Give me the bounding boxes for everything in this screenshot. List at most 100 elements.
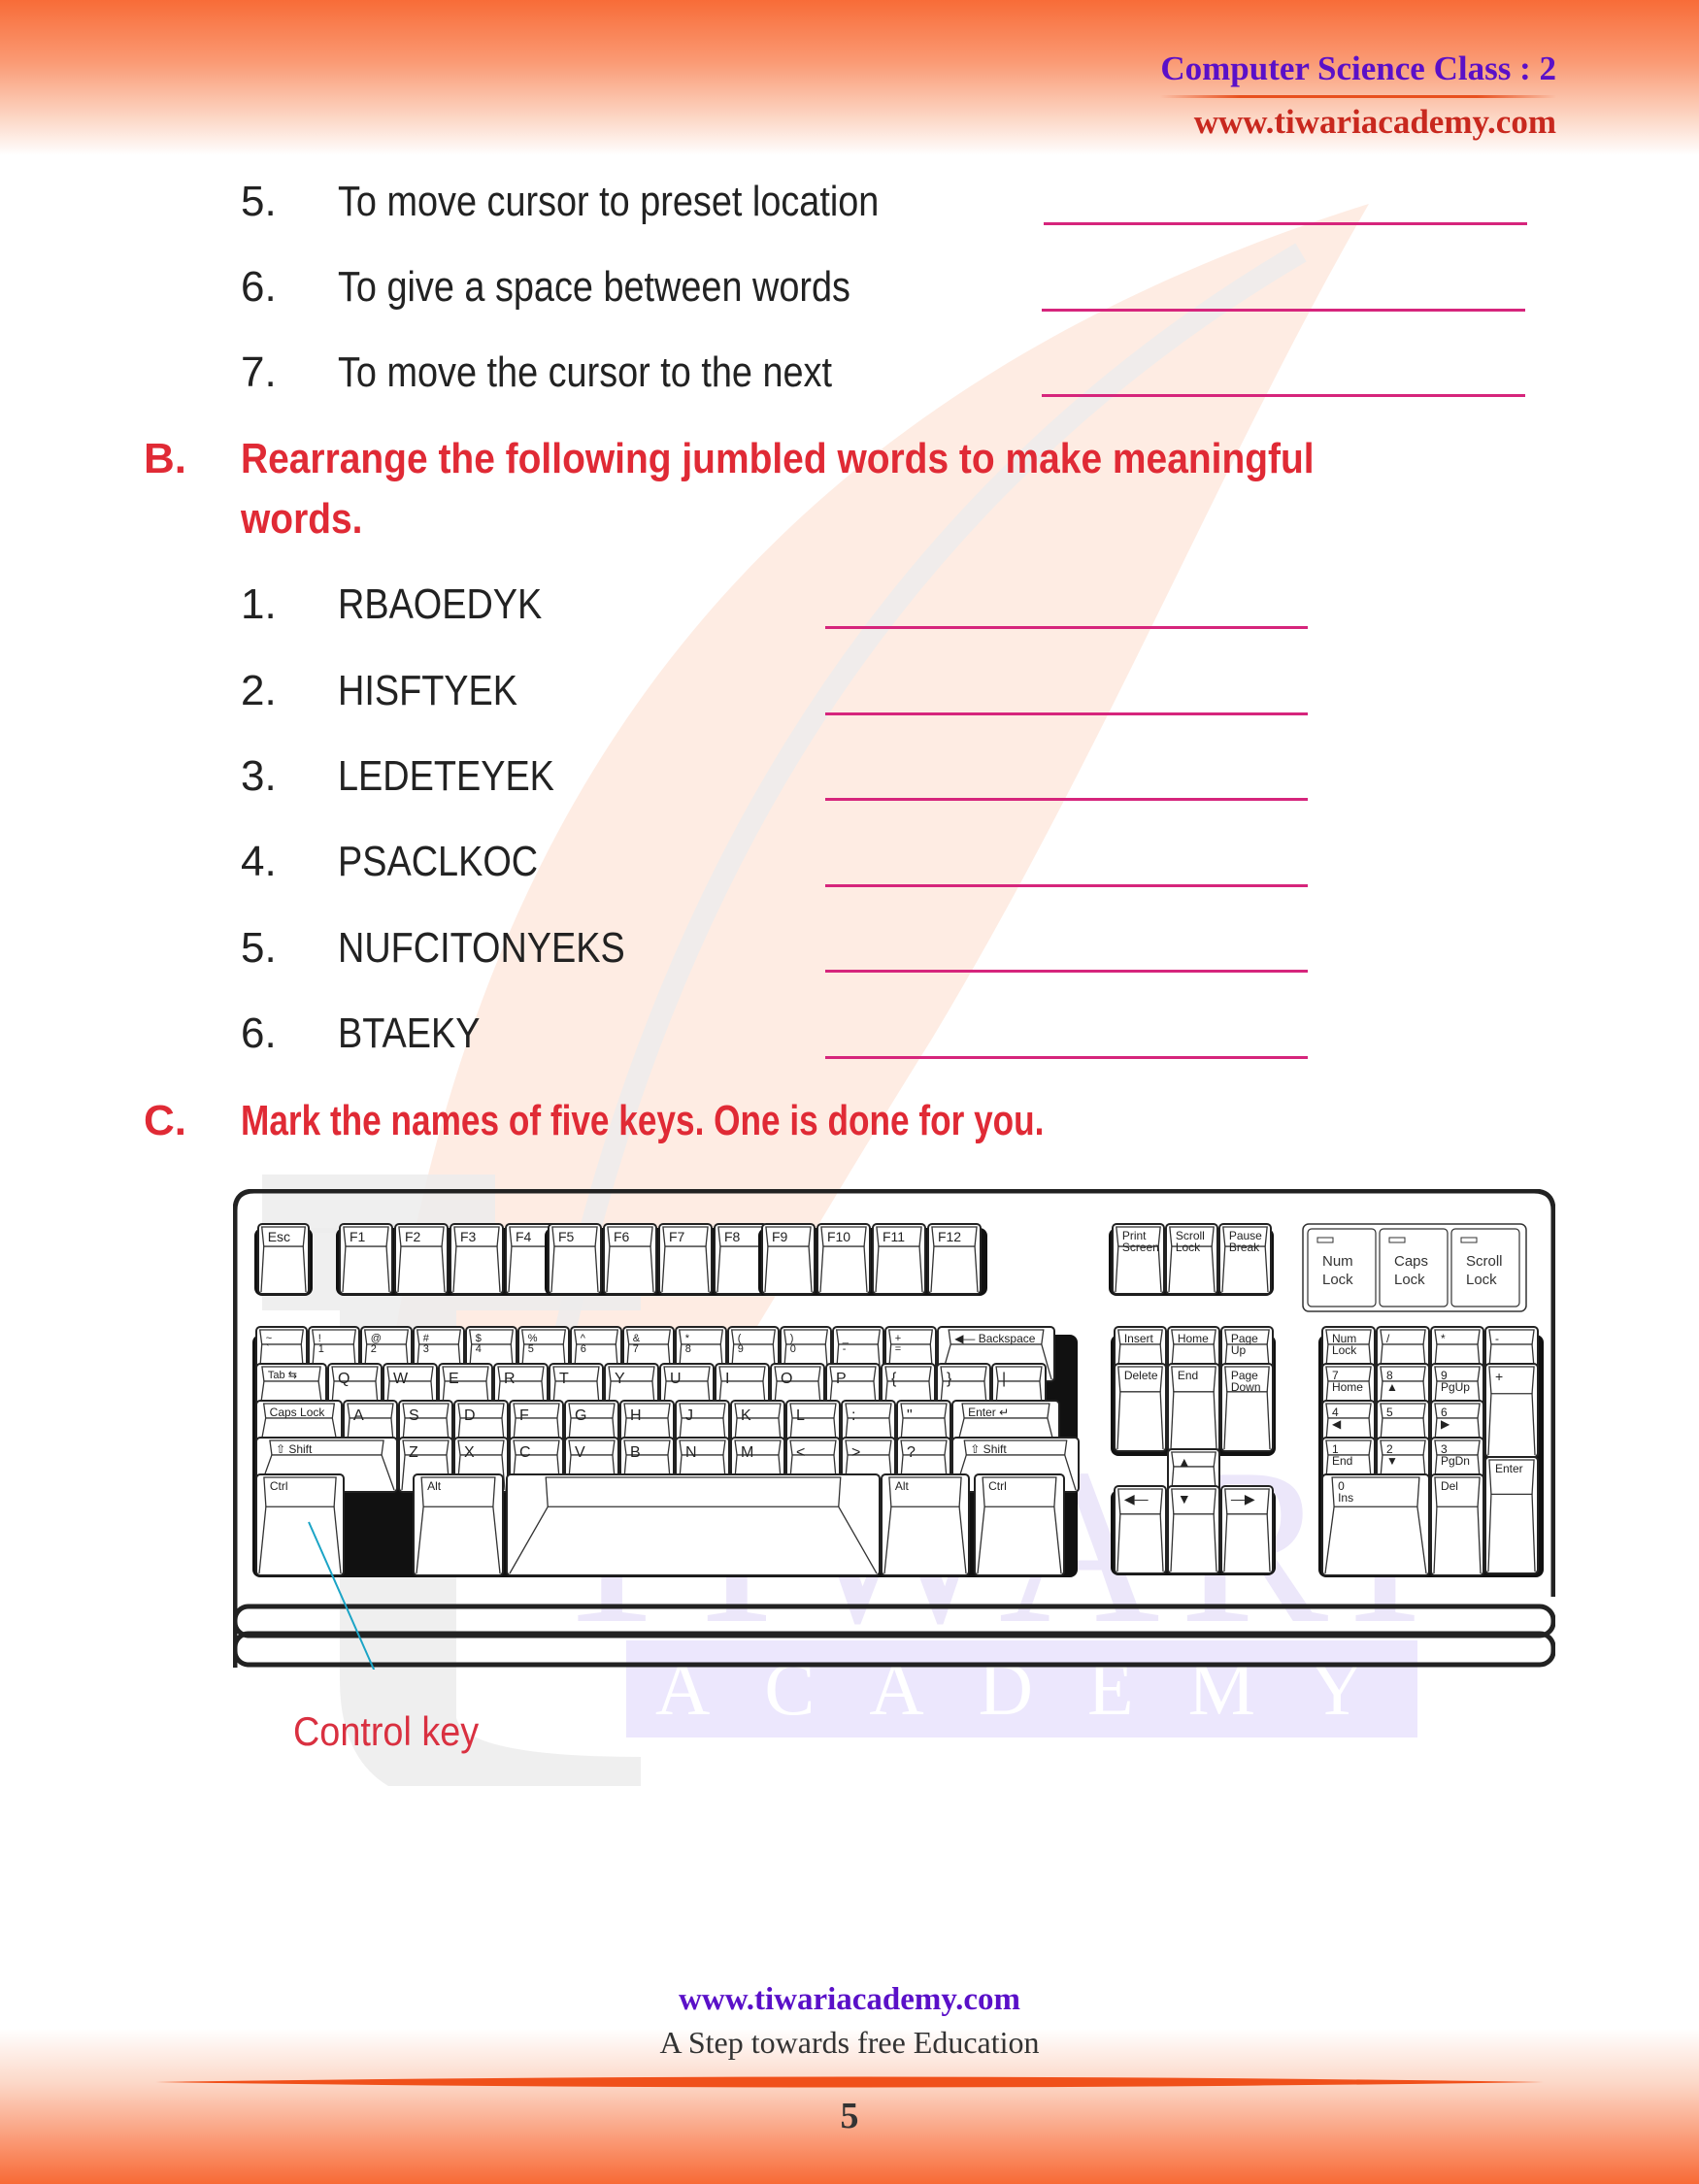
key-function: F3 <box>450 1223 504 1295</box>
key-label: F2 <box>405 1229 421 1244</box>
key-label: F9 <box>772 1229 788 1244</box>
key-label: Alt <box>427 1479 442 1493</box>
jumbled-word: NUFCITONYEKS <box>338 924 625 972</box>
key-label: 7 <box>633 1343 639 1355</box>
key-arrow-left: ◀— <box>1114 1485 1167 1574</box>
item-number: 6. <box>241 263 277 311</box>
key-label: F1 <box>350 1229 366 1244</box>
key-numpad-del: Del <box>1430 1473 1484 1576</box>
key-function: F11 <box>872 1223 926 1295</box>
key-label: —▶ <box>1231 1491 1255 1506</box>
key-label: Enter <box>1495 1462 1523 1475</box>
keyboard-illustration: Esc F1 F2 F3 F4 F5 F6 F7 F8 F9 F10 F11 F12 PrintScree… <box>233 1189 1555 1670</box>
answer-blank[interactable] <box>1042 309 1525 312</box>
item-number: 5. <box>241 178 277 225</box>
key-function: F6 <box>603 1223 657 1295</box>
key-label: P <box>836 1371 847 1387</box>
answer-blank[interactable] <box>825 1056 1308 1059</box>
key-label: C <box>519 1444 531 1461</box>
answer-blank[interactable] <box>1044 222 1527 225</box>
item-text: To move cursor to preset location <box>338 178 880 225</box>
key-label: Alt <box>895 1479 910 1493</box>
keyboard-base-rail <box>233 1631 1555 1668</box>
key-label: } <box>947 1371 952 1387</box>
jumbled-word: PSACLKOC <box>338 838 539 885</box>
key-label: Q <box>338 1371 350 1387</box>
key-function: F9 <box>761 1223 816 1295</box>
key-label: F5 <box>558 1229 575 1244</box>
key-label: ▲ <box>1386 1380 1398 1394</box>
header-title: Computer Science Class : 2 <box>1160 50 1556 87</box>
footer-url[interactable]: www.tiwariacademy.com <box>0 1982 1699 2018</box>
key-system: PrintScreen <box>1112 1223 1165 1295</box>
key-space <box>506 1473 881 1576</box>
key-label: ⇧ Shift <box>970 1442 1007 1456</box>
key-arrow-down: ▼ <box>1167 1485 1220 1574</box>
key-label: PgUp <box>1441 1380 1470 1394</box>
key-ctrl-left: Ctrl <box>255 1473 345 1576</box>
control-key-caption: Control key <box>293 1708 480 1754</box>
answer-blank[interactable] <box>1042 394 1525 397</box>
key-label: Z <box>409 1444 418 1461</box>
key-label: Break <box>1229 1241 1260 1254</box>
key-label: ⇧ Shift <box>276 1442 313 1456</box>
key-label: 8 <box>685 1343 691 1355</box>
key-label: ◀— Backspace <box>954 1332 1036 1345</box>
key-label: ▼ <box>1386 1454 1398 1468</box>
key-label: Del <box>1441 1479 1458 1493</box>
key-numpad-enter: Enter <box>1484 1456 1539 1574</box>
key-label: End <box>1332 1454 1352 1468</box>
key-label: F <box>519 1407 529 1424</box>
key-label: Ins <box>1338 1491 1353 1505</box>
key-label: F10 <box>827 1229 850 1244</box>
answer-blank[interactable] <box>825 626 1308 629</box>
page-header: Computer Science Class : 2 www.tiwariaca… <box>1160 49 1556 143</box>
section-heading: Rearrange the following jumbled words to… <box>241 435 1315 482</box>
key-label: 2 <box>371 1343 377 1355</box>
indicator-label: Num <box>1322 1253 1353 1270</box>
key-label: Ctrl <box>988 1479 1007 1493</box>
indicator-label: Caps <box>1394 1253 1428 1270</box>
key-label: - <box>1495 1332 1499 1345</box>
section-heading-cont: words. <box>241 495 363 543</box>
key-label: A <box>353 1407 364 1424</box>
key-label: T <box>559 1371 569 1387</box>
indicator-label: Lock <box>1394 1272 1425 1288</box>
key-label: D <box>464 1407 476 1424</box>
key-label: 9 <box>738 1343 744 1355</box>
indicator-label: Lock <box>1466 1272 1497 1288</box>
key-label: X <box>464 1444 475 1461</box>
key-label: Insert <box>1124 1332 1154 1345</box>
key-label: N <box>685 1444 697 1461</box>
section-letter: C. <box>144 1097 186 1144</box>
jumbled-word: LEDETEYEK <box>338 752 554 800</box>
key-label: F7 <box>669 1229 685 1244</box>
key-label: ◀ <box>1332 1417 1342 1431</box>
item-number: 7. <box>241 348 277 396</box>
key-function: F1 <box>339 1223 393 1295</box>
key-label: = <box>895 1343 901 1355</box>
key-label: Delete <box>1124 1369 1158 1382</box>
key-function: F12 <box>927 1223 982 1295</box>
key-function: F2 <box>394 1223 449 1295</box>
key-label: : <box>851 1407 855 1424</box>
key-system: PauseBreak <box>1218 1223 1272 1295</box>
header-divider <box>1160 95 1556 98</box>
answer-blank[interactable] <box>825 798 1308 801</box>
key-label: + <box>1495 1369 1503 1384</box>
key-label: Ctrl <box>270 1479 288 1493</box>
key-label: Y <box>615 1371 625 1387</box>
item-number: 2. <box>241 667 277 714</box>
key-label: * <box>1441 1332 1446 1345</box>
answer-blank[interactable] <box>825 884 1308 887</box>
key-alt-right: Alt <box>881 1473 970 1576</box>
item-number: 4. <box>241 838 277 885</box>
header-url[interactable]: www.tiwariacademy.com <box>1160 102 1556 143</box>
answer-blank[interactable] <box>825 970 1308 973</box>
key-label: 1 <box>318 1343 324 1355</box>
answer-blank[interactable] <box>825 712 1308 715</box>
jumbled-word: HISFTYEK <box>338 667 518 714</box>
key-label: F4 <box>516 1229 532 1244</box>
key-label: Lock <box>1332 1343 1357 1357</box>
key-arrow-right: —▶ <box>1220 1485 1274 1574</box>
